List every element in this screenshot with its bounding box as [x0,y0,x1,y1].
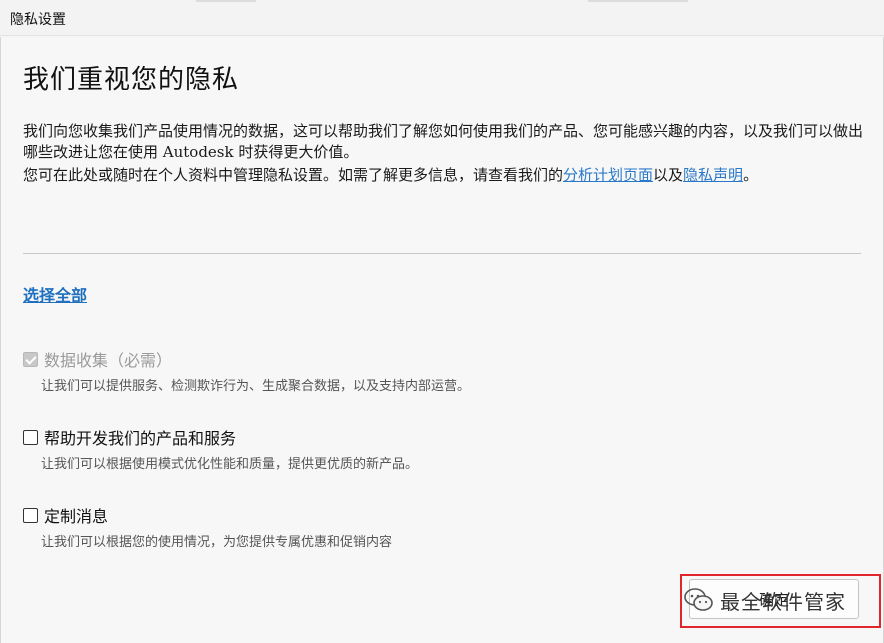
option-label: 数据收集（必需） [44,351,173,370]
option-custom-messages: 定制消息 让我们可以根据您的使用情况，为您提供专属优惠和促销内容 [23,503,863,550]
highlight-box [680,574,881,628]
privacy-statement-link[interactable]: 隐私声明 [683,166,743,184]
title-bar-edge [588,0,688,2]
manage-text: 您可在此处或随时在个人资料中管理隐私设置。如需了解更多信息，请查看我们的 [23,166,564,184]
option-label[interactable]: 定制消息 [44,503,108,527]
privacy-panel: 我们重视您的隐私 我们向您收集我们产品使用情况的数据，这可以帮助我们了解您如何使… [0,37,884,643]
manage-paragraph: 您可在此处或随时在个人资料中管理隐私设置。如需了解更多信息，请查看我们的分析计划… [23,165,869,186]
intro-paragraph: 我们向您收集我们产品使用情况的数据，这可以帮助我们了解您如何使用我们的产品、您可… [23,122,864,161]
title-bar-edge [196,0,256,2]
page-title: 我们重视您的隐私 [23,65,240,95]
title-bar: 隐私设置 [0,0,884,36]
window-title: 隐私设置 [10,12,66,28]
custom-messages-checkbox[interactable] [23,507,38,523]
analytics-page-link[interactable]: 分析计划页面 [563,166,653,184]
option-description: 让我们可以根据使用模式优化性能和质量，提供更优质的新产品。 [41,457,419,472]
select-all-link[interactable]: 选择全部 [23,282,87,306]
option-data-collection: 数据收集（必需） 让我们可以提供服务、检测欺诈行为、生成聚合数据，以及支持内部运… [23,347,863,394]
option-description: 让我们可以提供服务、检测欺诈行为、生成聚合数据，以及支持内部运营。 [41,379,471,394]
product-development-checkbox[interactable] [23,429,38,445]
divider [23,253,861,254]
option-label[interactable]: 帮助开发我们的产品和服务 [44,425,236,449]
manage-text-and: 以及 [653,166,684,184]
option-description: 让我们可以根据您的使用情况，为您提供专属优惠和促销内容 [41,535,393,550]
data-collection-checkbox[interactable] [23,351,38,367]
option-product-development: 帮助开发我们的产品和服务 让我们可以根据使用模式优化性能和质量，提供更优质的新产… [23,425,863,472]
manage-text-end: 。 [743,166,759,184]
